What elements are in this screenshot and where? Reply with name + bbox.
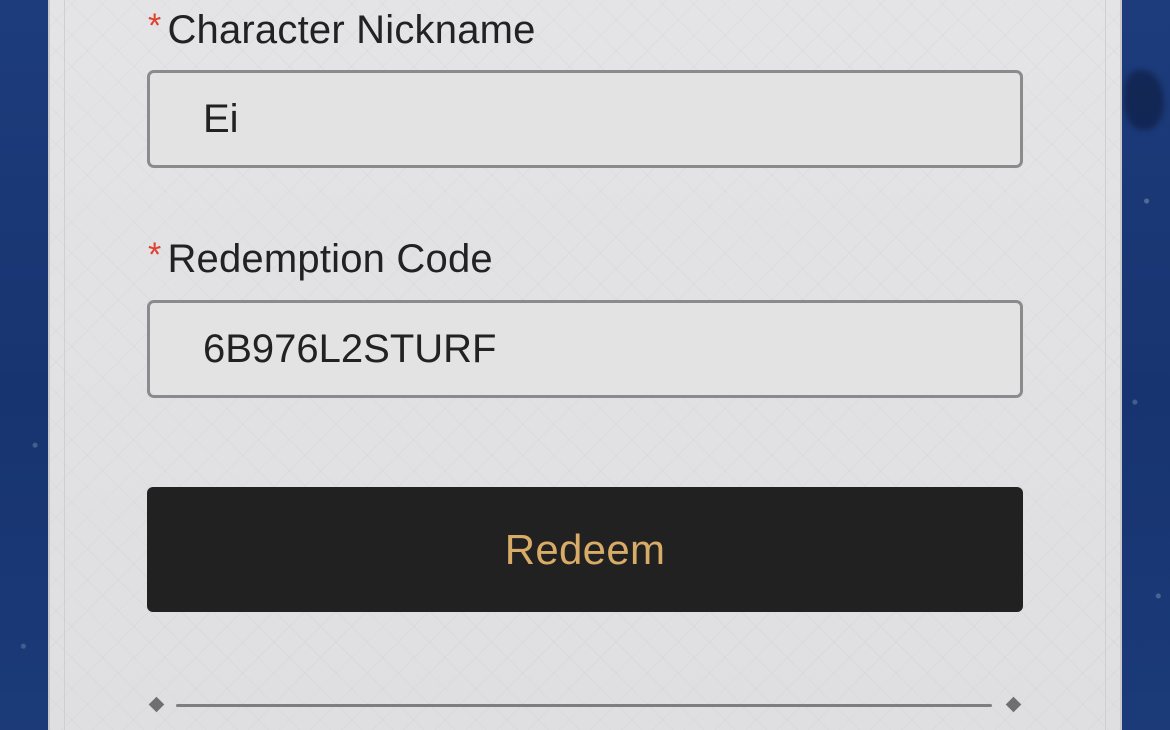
nickname-label-text: Character Nickname (167, 8, 536, 52)
divider-line (176, 704, 992, 707)
redeem-button-label: Redeem (504, 525, 666, 573)
redemption-code-label: * Redemption Code (148, 236, 493, 282)
panel-border-right (1105, 0, 1106, 730)
redemption-code-label-text: Redemption Code (167, 237, 493, 281)
required-asterisk: * (148, 236, 162, 274)
redemption-code-input[interactable]: 6B976L2STURF (147, 300, 1023, 398)
redeem-button[interactable]: Redeem (147, 487, 1023, 612)
nickname-label: * Character Nickname (148, 7, 536, 53)
required-asterisk: * (148, 7, 162, 45)
divider-diamond-right-icon (1005, 696, 1022, 713)
redemption-code-input-value: 6B976L2STURF (203, 326, 497, 371)
nickname-input-value: Ei (203, 96, 239, 141)
section-divider (148, 696, 1022, 714)
panel-border-left (64, 0, 65, 730)
divider-diamond-left-icon (148, 696, 165, 713)
nickname-input[interactable]: Ei (147, 70, 1023, 168)
